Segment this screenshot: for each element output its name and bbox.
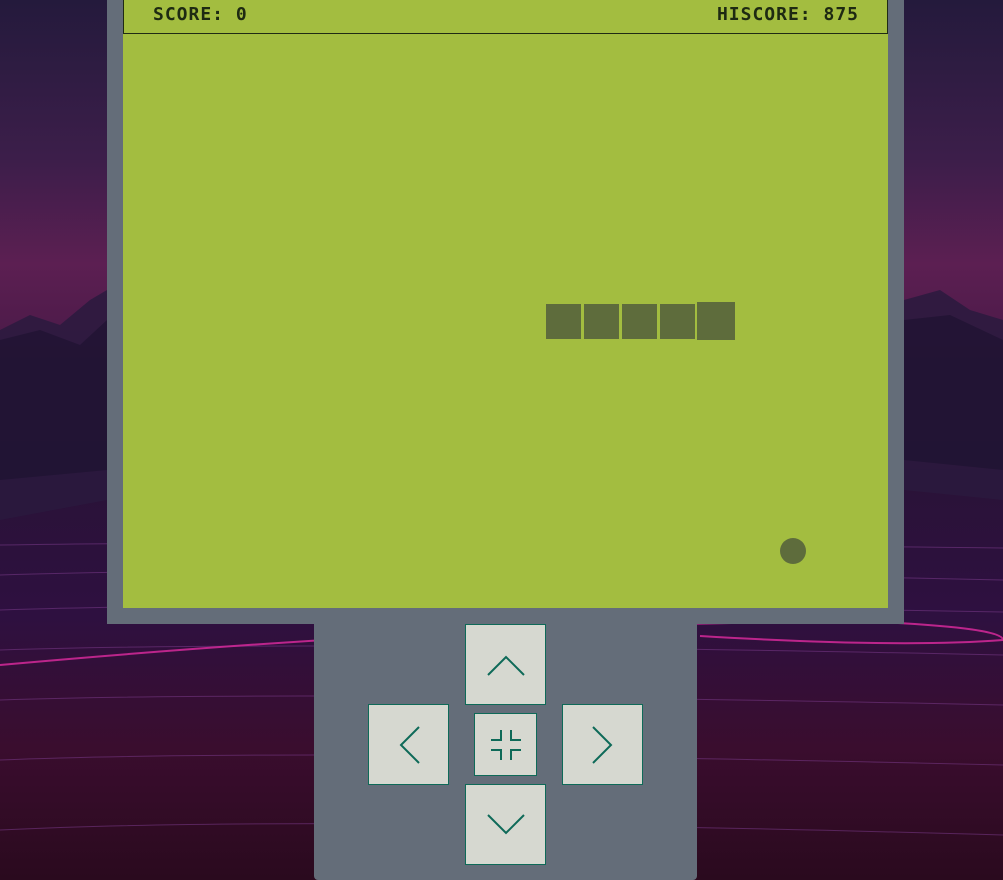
food-pellet — [780, 538, 806, 564]
control-panel — [314, 624, 697, 880]
arrow-down-icon — [486, 813, 525, 834]
arrow-left-icon — [399, 725, 420, 764]
snake-segment — [546, 304, 581, 339]
hiscore-label: HISCORE: 875 — [716, 4, 859, 25]
score-label: SCORE: 0 — [153, 4, 248, 25]
snake-segment — [660, 304, 695, 339]
arrow-up-icon — [486, 655, 525, 676]
score-bar: SCORE: 0 HISCORE: 875 — [123, 0, 888, 34]
snake-head — [697, 302, 735, 340]
snake-segment — [584, 304, 619, 339]
fullscreen-exit-icon — [490, 729, 521, 760]
left-button[interactable] — [368, 704, 449, 785]
down-button[interactable] — [465, 784, 546, 865]
snake-segment — [622, 304, 657, 339]
up-button[interactable] — [465, 624, 546, 705]
fullscreen-button[interactable] — [474, 713, 537, 776]
arrow-right-icon — [591, 725, 612, 764]
right-button[interactable] — [562, 704, 643, 785]
game-screen: SCORE: 0 HISCORE: 875 — [123, 0, 888, 608]
